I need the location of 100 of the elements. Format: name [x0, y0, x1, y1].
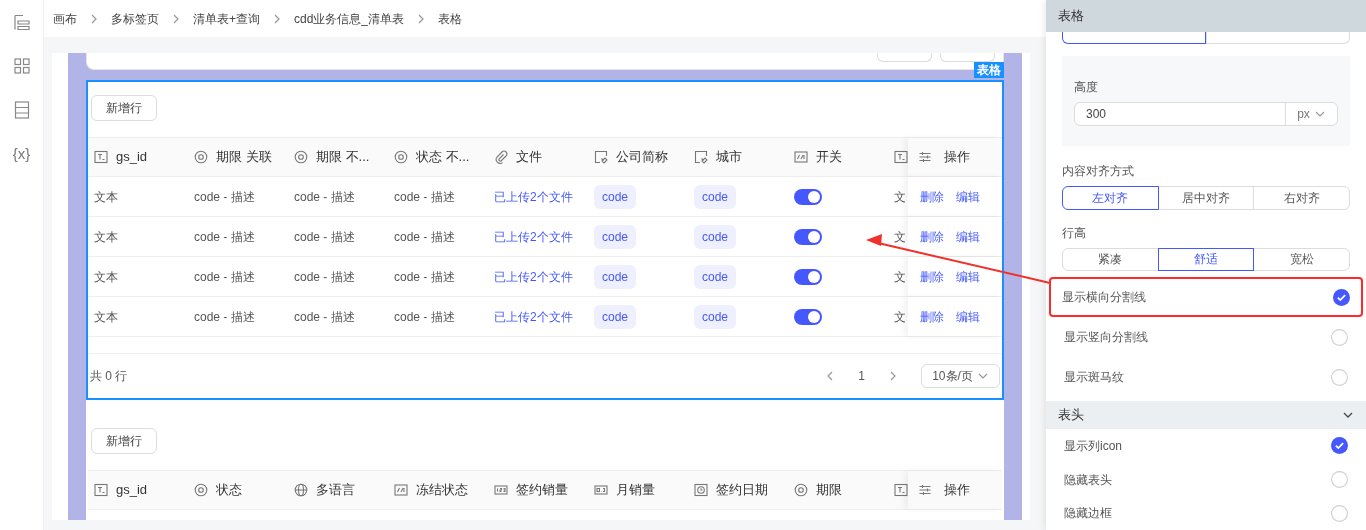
table-cell-text: 文本: [94, 188, 118, 206]
globe-icon: [294, 483, 308, 497]
file-link[interactable]: 已上传2个文件: [494, 187, 573, 206]
option-row[interactable]: 隐藏表头: [1046, 462, 1366, 497]
column-header: 文件: [516, 148, 542, 167]
radio-icon: [794, 483, 808, 497]
column-header: 期限 不...: [316, 148, 370, 167]
table-cell-text: 文: [894, 188, 906, 206]
file-link[interactable]: 已上传2个文件: [494, 307, 573, 326]
paperclip-icon: [494, 150, 508, 164]
file-link[interactable]: 已上传2个文件: [494, 227, 573, 246]
toggle-switch[interactable]: [794, 188, 822, 205]
unit-select[interactable]: px: [1297, 104, 1310, 123]
column-header: 公司简称: [616, 148, 668, 167]
code-tag: code: [594, 184, 637, 209]
toggle-box-icon: [394, 483, 408, 497]
text-field-icon: [894, 150, 908, 164]
text-field-icon: [894, 483, 908, 497]
column-header: 开关: [816, 148, 842, 167]
selected-table[interactable]: [86, 80, 1004, 400]
option-row[interactable]: 显示列icon: [1046, 429, 1366, 463]
link-box-icon: [594, 150, 608, 164]
table-cell-text: code - 描述: [294, 188, 355, 206]
clock-box-icon: [694, 483, 708, 497]
segment-tab[interactable]: 宽松: [1253, 247, 1350, 272]
breadcrumb-item[interactable]: 多标签页: [111, 9, 159, 28]
action-link[interactable]: 删除: [916, 187, 948, 206]
table-cell-text: 文本: [94, 268, 118, 286]
option-row[interactable]: 隐藏边框: [1046, 496, 1366, 530]
table-cell-text: code - 描述: [294, 308, 355, 326]
table-cell-text: code - 描述: [194, 268, 255, 286]
table-cell-text: 文: [894, 268, 906, 286]
add-row-button[interactable]: 新增行: [91, 428, 157, 454]
action-link[interactable]: 编辑: [952, 227, 984, 246]
action-link[interactable]: 编辑: [952, 187, 984, 206]
breadcrumb-item[interactable]: cdd业务信息_清单表: [294, 9, 405, 28]
breadcrumb-item[interactable]: 画布: [53, 9, 77, 28]
table-cell-text: code - 描述: [394, 308, 455, 326]
table-cell-text: 文: [894, 308, 906, 326]
height-input[interactable]: 300 px: [1074, 101, 1338, 126]
table-cell-text: code - 描述: [294, 268, 355, 286]
action-link[interactable]: 编辑: [952, 267, 984, 286]
toggle-switch[interactable]: [794, 308, 822, 325]
segment-tab[interactable]: 右对齐: [1253, 185, 1350, 210]
option-row[interactable]: 显示斑马纹: [1046, 357, 1366, 398]
radio-icon: [194, 483, 208, 497]
column-header: 多语言: [316, 481, 355, 500]
section-label: 行高: [1061, 224, 1087, 242]
table-cell-text: code - 描述: [394, 188, 455, 206]
breadcrumb-item[interactable]: 清单表+查询: [193, 9, 260, 28]
add-row-button[interactable]: 新增行: [91, 95, 157, 121]
checked-circle-icon[interactable]: [1333, 288, 1350, 306]
toggle-box-icon: [794, 150, 808, 164]
toggle-switch[interactable]: [794, 228, 822, 245]
option-label: 显示列icon: [1064, 437, 1122, 455]
file-link[interactable]: 已上传2个文件: [494, 267, 573, 286]
table-icon[interactable]: [13, 101, 30, 119]
segment-tab[interactable]: 紧凑: [1062, 247, 1159, 272]
grid-icon[interactable]: [13, 58, 30, 74]
segment-tab[interactable]: 居中对齐: [1157, 185, 1255, 210]
sliders-icon: [918, 150, 932, 164]
table-cell-text: code - 描述: [194, 308, 255, 326]
column-header: gs_id: [116, 481, 148, 500]
code-tag: code: [594, 304, 637, 329]
action-link[interactable]: 删除: [916, 307, 948, 326]
toggle-switch[interactable]: [794, 268, 822, 285]
checked-circle-icon[interactable]: [1331, 437, 1348, 455]
option-label: 隐藏表头: [1064, 471, 1112, 489]
column-header: 冻结状态: [416, 481, 468, 500]
segment-tab[interactable]: [1062, 32, 1206, 44]
option-row[interactable]: 显示竖向分割线: [1046, 317, 1366, 358]
code-tag: code: [594, 224, 637, 249]
table-cell-text: 文本: [94, 308, 118, 326]
number-box-icon: [494, 483, 508, 497]
page-number[interactable]: 1: [858, 367, 865, 385]
table-cell-text: 文: [894, 228, 906, 246]
table-cell-text: code - 描述: [394, 228, 455, 246]
selection-label: 表格: [974, 62, 1004, 78]
option-row[interactable]: 显示横向分割线: [1049, 277, 1363, 318]
page-size-select[interactable]: 10条/页: [921, 364, 1000, 388]
text-field-icon: [94, 483, 108, 497]
action-link[interactable]: 编辑: [952, 307, 984, 326]
section-label: 内容对齐方式: [1061, 162, 1135, 180]
action-link[interactable]: 删除: [916, 227, 948, 246]
column-header: 操作: [944, 148, 970, 167]
column-header: 期限 关联: [216, 148, 272, 167]
action-link[interactable]: 删除: [916, 267, 948, 286]
table-cell-text: 文本: [94, 228, 118, 246]
table-cell-text: code - 描述: [194, 188, 255, 206]
tree-icon[interactable]: [13, 14, 30, 31]
variables-button[interactable]: {x}: [12, 146, 31, 161]
table-cell-text: code - 描述: [194, 228, 255, 246]
panel-title: 表格: [1058, 7, 1084, 26]
sliders-icon: [918, 483, 932, 497]
table-cell-text: code - 描述: [394, 268, 455, 286]
option-label: 显示竖向分割线: [1064, 329, 1148, 347]
breadcrumb-item[interactable]: 表格: [438, 9, 463, 28]
segment-tab[interactable]: 舒适: [1157, 247, 1255, 272]
section-header[interactable]: 表头: [1046, 401, 1366, 429]
segment-tab[interactable]: 左对齐: [1062, 185, 1159, 210]
